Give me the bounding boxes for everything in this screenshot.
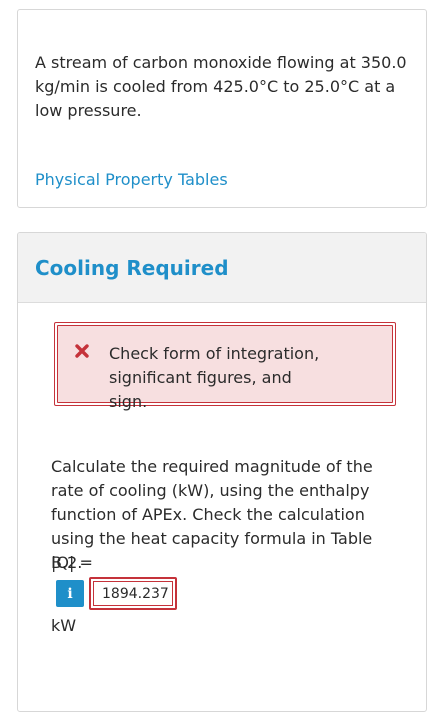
x-icon <box>75 344 89 358</box>
answer-box <box>89 577 177 610</box>
question-text: Calculate the required magnitude of the … <box>51 457 373 572</box>
info-icon[interactable]: i <box>56 580 84 607</box>
part-header: Cooling Required <box>18 233 426 303</box>
feedback-inner: Check form of integration, significant f… <box>57 325 393 411</box>
part-title[interactable]: Cooling Required <box>35 255 229 281</box>
feedback-box: Check form of integration, significant f… <box>54 322 396 411</box>
feedback-message: Check form of integration, significant f… <box>109 344 320 411</box>
physical-property-tables-link[interactable]: Physical Property Tables <box>35 168 228 192</box>
part-card: Cooling Required Check form of integrati… <box>17 232 427 712</box>
problem-statement: A stream of carbon monoxide flowing at 3… <box>35 53 407 120</box>
answer-label: |Q| = <box>51 553 93 572</box>
problem-card: A stream of carbon monoxide flowing at 3… <box>17 9 427 208</box>
unit-label: kW <box>51 616 77 635</box>
answer-input[interactable] <box>93 581 173 606</box>
